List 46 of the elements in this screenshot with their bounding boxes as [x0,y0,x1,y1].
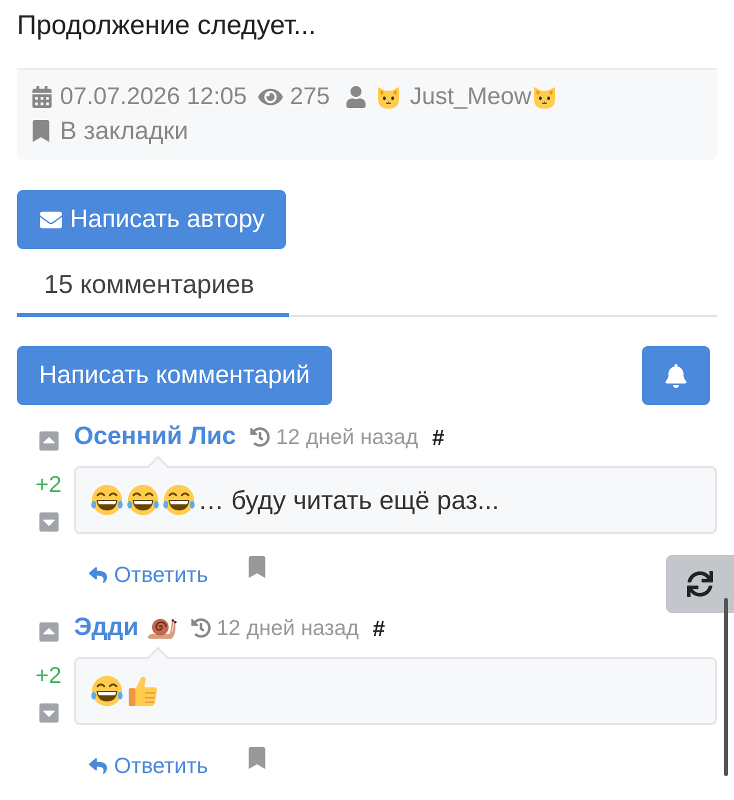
calendar-icon [32,86,52,108]
author-link[interactable]: Just_Meow [410,80,532,114]
laughing-emoji-icon [162,483,196,517]
vote-score: +2 [35,662,62,688]
refresh-icon [687,571,713,597]
downvote-button[interactable] [38,511,60,533]
user-icon [346,86,366,108]
comment-anchor-link[interactable]: # [432,420,444,454]
eye-icon [258,86,283,108]
refresh-button[interactable] [666,555,734,613]
bookmark-icon [248,556,266,578]
reply-icon [87,566,109,584]
caret-down-icon [38,702,60,724]
notifications-button[interactable] [642,346,710,405]
view-count: 275 [290,82,330,112]
laughing-emoji-icon [90,483,124,517]
bookmark-icon [32,120,50,142]
upvote-button[interactable] [38,621,60,643]
laughing-emoji-icon [126,483,160,517]
reply-link[interactable]: Ответить [87,751,208,781]
comment-anchor-link[interactable]: # [372,612,386,644]
bookmark-icon [248,747,266,769]
vote-score: +2 [35,471,62,497]
caret-up-icon [38,430,60,452]
laughing-emoji-icon [90,674,124,708]
post-date: 07.07.2026 12:05 [60,82,247,112]
reply-icon [87,757,109,775]
caret-down-icon [38,511,60,533]
comment-time: 12 дней назад [216,614,359,642]
write-author-button[interactable]: Написать автору [17,190,286,249]
bookmark-link[interactable]: В закладки [60,114,188,148]
bell-icon [665,364,687,388]
thumbs-up-emoji-icon [126,674,160,708]
downvote-button[interactable] [38,702,60,724]
history-icon [250,427,270,447]
continuation-text: Продолжение следует... [17,10,316,40]
history-icon [190,618,211,638]
comment-author[interactable]: Осенний Лис [74,418,236,456]
write-comment-button[interactable]: Написать комментарий [17,346,332,405]
comment-author[interactable]: Эдди [74,609,139,647]
caret-up-icon [38,621,60,643]
upvote-button[interactable] [38,430,60,452]
comment-text: … буду читать ещё раз... [198,484,500,516]
reply-link[interactable]: Ответить [87,560,208,590]
comment-time: 12 дней назад [276,424,418,451]
comments-tab[interactable]: 15 комментариев [17,258,289,317]
